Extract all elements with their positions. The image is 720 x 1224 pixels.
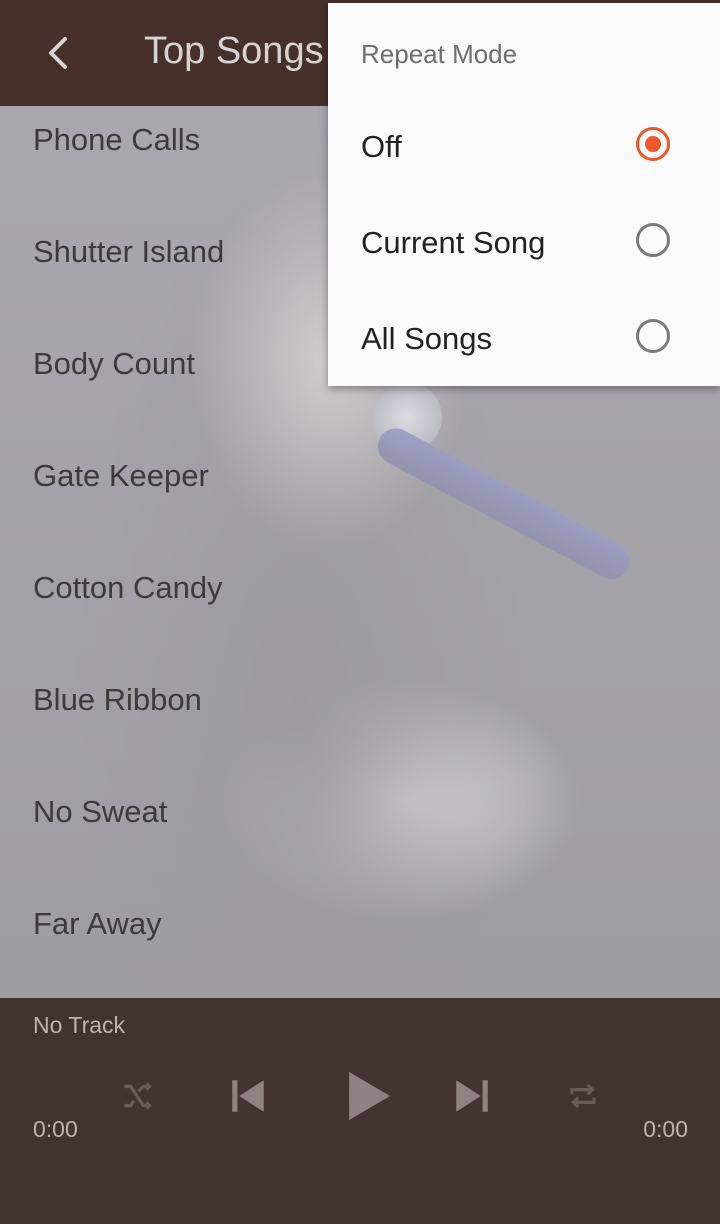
track-name: No Track — [33, 1012, 126, 1038]
repeat-button[interactable] — [558, 1074, 608, 1118]
previous-icon — [232, 1080, 264, 1112]
next-button[interactable] — [446, 1072, 498, 1120]
song-list-item[interactable]: Blue Ribbon — [33, 684, 673, 796]
song-title: Cotton Candy — [33, 570, 223, 605]
option-label: All Songs — [361, 321, 492, 356]
option-label: Off — [361, 129, 402, 164]
song-title: Phone Calls — [33, 122, 201, 157]
song-list-item[interactable]: No Sweat — [33, 796, 673, 908]
song-title: Gate Keeper — [33, 458, 209, 493]
song-list-item[interactable]: Cotton Candy — [33, 572, 673, 684]
next-icon — [456, 1080, 488, 1112]
radio-button-selected[interactable] — [636, 127, 670, 161]
song-title: No Sweat — [33, 794, 168, 829]
repeat-icon — [570, 1083, 596, 1109]
repeat-option-all-songs[interactable]: All Songs — [328, 291, 720, 387]
shuffle-icon — [124, 1082, 152, 1110]
repeat-option-off[interactable]: Off — [328, 99, 720, 195]
option-label: Current Song — [361, 225, 546, 260]
player-bar: No Track 0:00 0:00 — [0, 998, 720, 1224]
radio-button[interactable] — [636, 319, 670, 353]
play-icon — [349, 1071, 391, 1121]
shuffle-button[interactable] — [112, 1074, 162, 1118]
song-title: Blue Ribbon — [33, 682, 202, 717]
total-duration: 0:00 — [643, 1116, 688, 1142]
chevron-left-icon — [49, 37, 67, 69]
page-title: Top Songs — [144, 30, 324, 72]
repeat-mode-menu: Repeat Mode Off Current Song All Songs — [328, 3, 720, 386]
song-title: Shutter Island — [33, 234, 225, 269]
play-button[interactable] — [334, 1064, 398, 1128]
elapsed-time: 0:00 — [33, 1116, 78, 1142]
repeat-option-current-song[interactable]: Current Song — [328, 195, 720, 291]
previous-button[interactable] — [222, 1072, 274, 1120]
menu-title: Repeat Mode — [361, 39, 518, 69]
song-title: Body Count — [33, 346, 195, 381]
song-title: Far Away — [33, 906, 162, 941]
radio-button[interactable] — [636, 223, 670, 257]
song-list-item[interactable]: Gate Keeper — [33, 460, 673, 572]
back-button[interactable] — [30, 25, 86, 81]
